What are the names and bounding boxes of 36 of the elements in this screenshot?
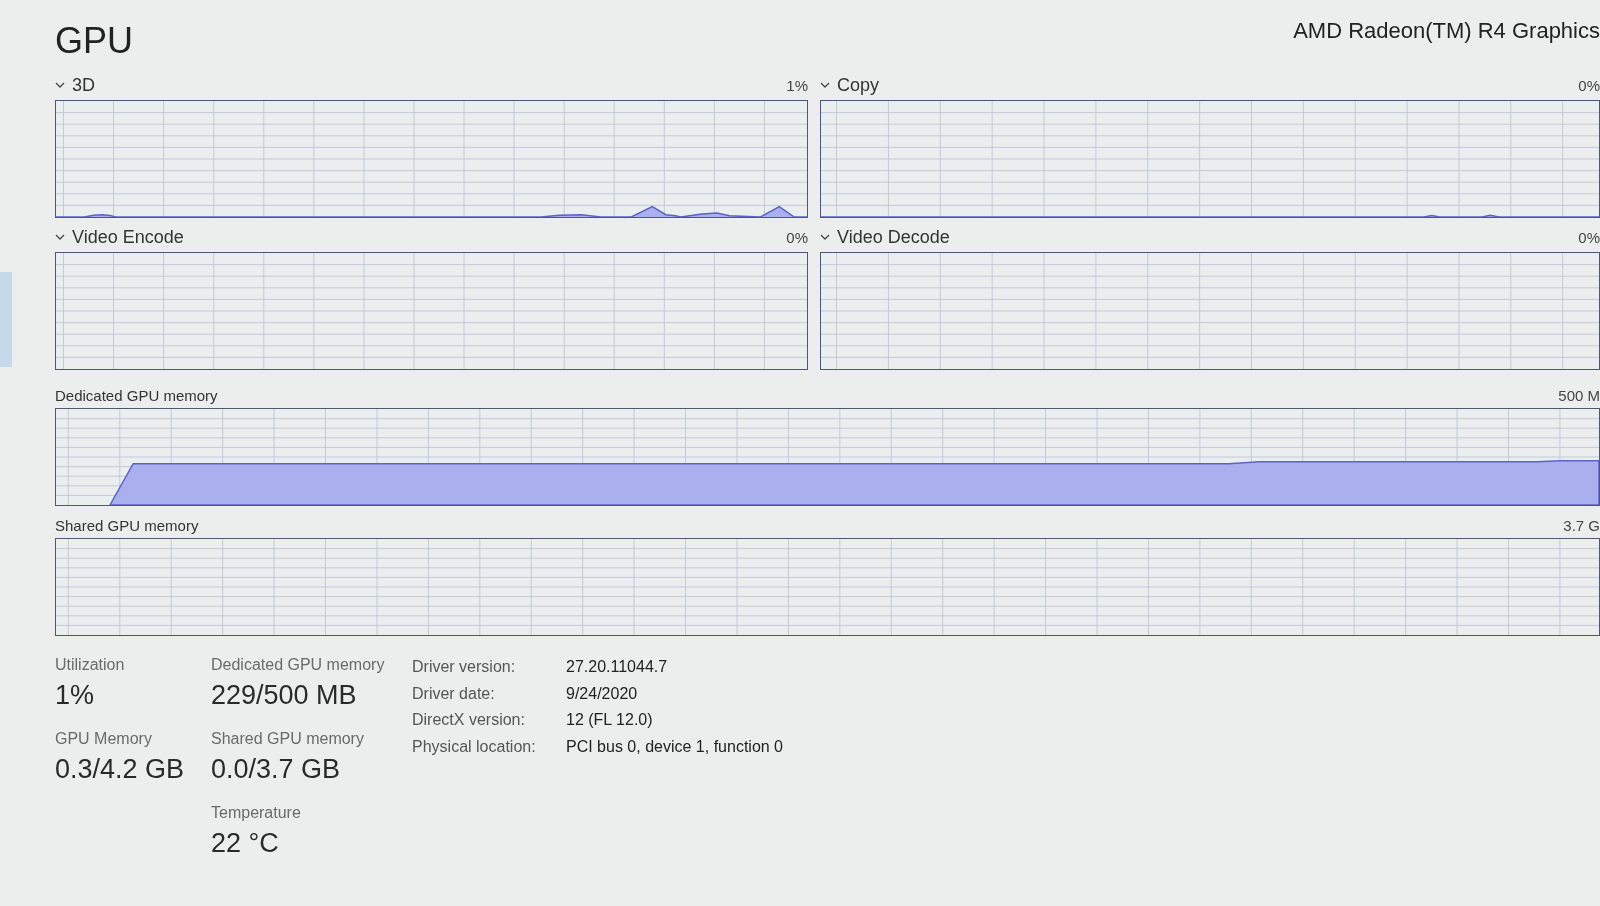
chevron-down-icon[interactable] (55, 82, 65, 88)
detail-label: Physical location: (412, 736, 537, 757)
stat-value: 0.0/3.7 GB (211, 753, 342, 786)
graph-value: 0% (1578, 76, 1600, 96)
graph-value: 1% (786, 76, 808, 96)
detail-label: Driver version: (412, 657, 517, 677)
graph-max-label: 500 M (1558, 386, 1600, 405)
graph-label: Video Encode (72, 226, 184, 248)
chevron-down-icon[interactable] (55, 234, 65, 240)
graph-label: Copy (837, 74, 880, 96)
graph-label: Dedicated GPU memory (55, 386, 218, 405)
stat-value: 229/500 MB (211, 679, 358, 712)
graph-label: Video Decode (837, 226, 950, 248)
graph-value: 0% (786, 228, 808, 248)
graph-max-label: 3.7 G (1563, 516, 1600, 535)
page-title: GPU (55, 20, 133, 62)
graph-label: 3D (72, 74, 95, 96)
graph-label: Shared GPU memory (55, 516, 199, 535)
chevron-down-icon[interactable] (820, 82, 830, 88)
detail-value: 27.20.11044.7 (566, 657, 669, 677)
detail-label: DirectX version: (412, 710, 526, 730)
stat-value: 1% (55, 679, 96, 712)
chevron-down-icon[interactable] (820, 234, 830, 240)
detail-value: PCI bus 0, device 1, function 0 (566, 736, 783, 757)
stat-label: Dedicated GPU memory (211, 655, 386, 675)
detail-label: Driver date: (412, 683, 496, 704)
device-name: AMD Radeon(TM) R4 Graphics (1293, 18, 1600, 44)
stat-label: GPU Memory (55, 729, 153, 749)
stat-value: 22 °C (211, 827, 280, 860)
stat-label: Shared GPU memory (211, 729, 365, 749)
stat-label: Utilization (55, 655, 126, 675)
stat-value: 0.3/4.2 GB (55, 753, 186, 786)
detail-value: 12 (FL 12.0) (566, 710, 654, 730)
stat-label: Temperature (211, 803, 302, 823)
graph-value: 0% (1578, 228, 1600, 248)
detail-value: 9/24/2020 (566, 683, 639, 704)
